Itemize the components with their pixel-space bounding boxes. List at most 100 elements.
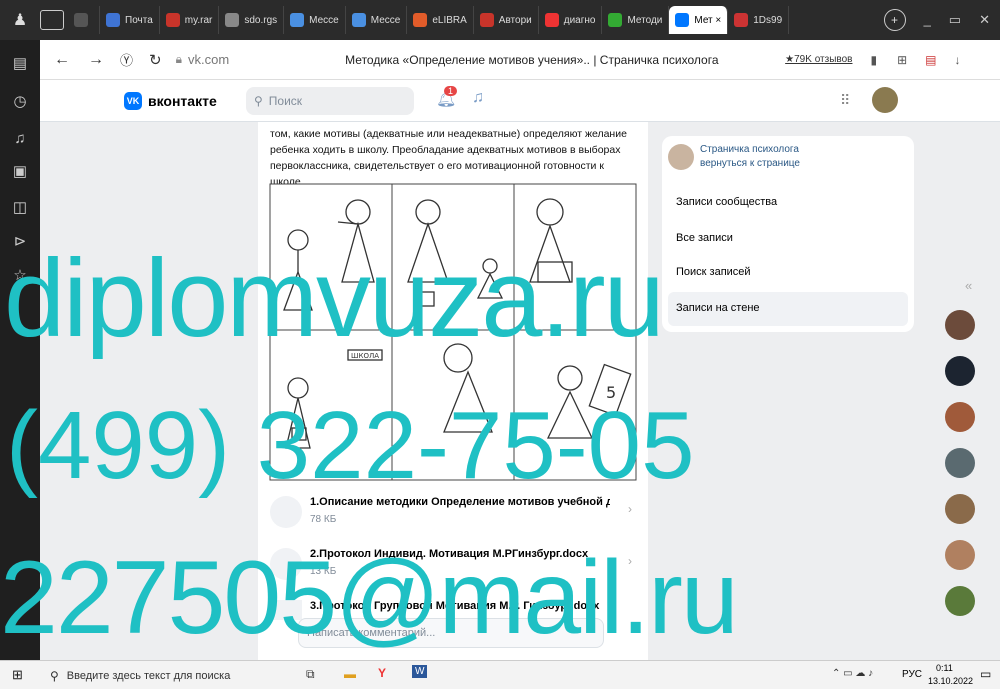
clock-date[interactable]: 13.10.2022: [928, 676, 973, 686]
tab-label: Методи: [627, 14, 663, 26]
download-icon[interactable]: ↓: [954, 53, 960, 67]
taskbar-search[interactable]: ⚲ Введите здесь текст для поиска: [40, 663, 290, 689]
explorer-icon[interactable]: ▬: [344, 667, 356, 681]
watermark-line: diplomvuza.ru: [4, 237, 665, 360]
bookmark-icon[interactable]: ▮: [870, 53, 877, 67]
vk-logo-icon: VK: [124, 92, 142, 110]
tab-favicon-icon: [106, 13, 120, 27]
collapse-icon[interactable]: «: [965, 278, 972, 293]
avatar[interactable]: [945, 494, 975, 524]
tab-favicon-icon: [225, 13, 240, 27]
tab-label: my.rar: [184, 14, 213, 26]
browser-tab[interactable]: [68, 6, 100, 34]
notifications-icon[interactable]: 🔔︎ 1: [436, 86, 458, 109]
tab-label: Мет ×: [694, 14, 722, 26]
word-icon[interactable]: W: [412, 665, 428, 678]
window-controls[interactable]: _ ▭ ✕: [914, 12, 1000, 28]
windows-start-icon[interactable]: ⊞: [12, 667, 23, 683]
reload-icon[interactable]: ↻: [149, 51, 162, 69]
tab-favicon-icon: [165, 13, 180, 27]
yandex-icon[interactable]: Ⓨ: [120, 50, 133, 69]
minimize-icon[interactable]: _: [924, 12, 931, 28]
group-back-link[interactable]: вернуться к странице: [700, 158, 800, 169]
contacts-column: «: [935, 270, 985, 660]
bell-icon[interactable]: ♫: [10, 130, 30, 150]
tab-label: Почта: [125, 14, 153, 26]
collections-icon[interactable]: ◫: [10, 198, 30, 218]
language-indicator[interactable]: РУС: [902, 669, 922, 680]
file-size: 78 КБ: [310, 514, 337, 525]
vk-header: VK ВКОНТАКТЕ ⚲ Поиск 🔔︎ 1 ♫ ⠿: [40, 80, 1000, 122]
tab-favicon-icon: [351, 13, 366, 27]
tab-favicon-icon: [608, 13, 623, 27]
back-icon[interactable]: ←: [54, 51, 70, 69]
tab-label: eLIBRA: [432, 14, 467, 26]
group-avatar[interactable]: [668, 144, 694, 170]
reviews-link[interactable]: ★79K отзывов: [785, 54, 852, 65]
calendar-icon[interactable]: ▣: [10, 162, 30, 182]
restore-icon[interactable]: ▭: [949, 12, 961, 28]
menu-item-active[interactable]: Записи на стене: [668, 292, 908, 326]
browser-tab[interactable]: sdo.rgs: [219, 6, 285, 34]
tab-label: Мессе: [370, 14, 401, 26]
avatar[interactable]: [945, 356, 975, 386]
close-icon[interactable]: ✕: [979, 12, 990, 28]
avatar[interactable]: [945, 310, 975, 340]
browser-tab[interactable]: 1Ds99: [728, 6, 790, 34]
tab-label: sdo.rgs: [244, 14, 278, 26]
avatar[interactable]: [945, 402, 975, 432]
notification-center-icon[interactable]: ▭: [980, 667, 991, 681]
search-input[interactable]: ⚲ Поиск: [246, 87, 414, 115]
yandex-browser-icon[interactable]: Y: [378, 666, 386, 680]
tab-favicon-icon: [544, 13, 559, 27]
lock-icon: 🔒︎: [175, 52, 182, 66]
browser-tab[interactable]: my.rar: [160, 6, 220, 34]
browser-tab[interactable]: Мет ×: [669, 6, 729, 34]
tabs-icon[interactable]: ▤: [10, 54, 30, 74]
browser-tab[interactable]: Почта: [100, 6, 160, 34]
tab-favicon-icon: [479, 13, 494, 27]
history-icon[interactable]: ◷: [10, 92, 30, 112]
avatar[interactable]: [872, 87, 898, 113]
tab-favicon-icon: [413, 13, 428, 27]
watermark-line: 227505@mail.ru: [0, 540, 739, 656]
music-icon[interactable]: ♫: [472, 89, 484, 107]
tray-icons[interactable]: ⌃ ▭ ☁ ♪: [832, 668, 873, 679]
apps-icon[interactable]: ⠿: [840, 92, 850, 109]
avatar[interactable]: [945, 586, 975, 616]
domain-text[interactable]: vk.com: [188, 52, 229, 67]
avatar[interactable]: [945, 448, 975, 478]
task-view-icon[interactable]: ⧉: [306, 667, 315, 682]
browser-tab[interactable]: Мессе: [346, 6, 408, 34]
post-text: том, какие мотивы (адекватные или неадек…: [270, 128, 627, 188]
file-icon: [270, 496, 302, 528]
tab-favicon-icon: [675, 13, 690, 27]
extensions-icon[interactable]: ⊞: [897, 53, 907, 67]
search-icon: ⚲: [254, 94, 263, 108]
browser-tab-bar: ♟ Почта my.rar sdo.rgs Мессе Мессе eLIBRA Авто…: [0, 0, 1000, 40]
browser-tab[interactable]: диагно: [539, 6, 603, 34]
browser-tab[interactable]: eLIBRA: [407, 6, 474, 34]
menu-item[interactable]: Все записи: [676, 232, 733, 244]
menu-item[interactable]: Поиск записей: [676, 266, 751, 278]
pdf-icon[interactable]: ▤: [925, 53, 936, 67]
profile-icon[interactable]: ♟: [0, 0, 40, 40]
clock-time[interactable]: 0:11: [936, 663, 953, 673]
vk-logo[interactable]: VK ВКОНТАКТЕ: [124, 92, 217, 110]
browser-tab[interactable]: Мессе: [284, 6, 346, 34]
address-bar: ← → Ⓨ ↻ 🔒︎ vk.com Методика «Определение …: [40, 40, 1000, 80]
browser-tab[interactable]: Методи: [602, 6, 670, 34]
browser-tab[interactable]: Автори: [474, 6, 539, 34]
windows-taskbar: ⊞ ⚲ Введите здесь текст для поиска ⧉ ▬ Y…: [0, 660, 1000, 689]
avatar[interactable]: [945, 540, 975, 570]
home-icon[interactable]: [40, 10, 64, 30]
group-name[interactable]: Страничка психолога: [700, 144, 799, 155]
tab-label: диагно: [563, 14, 596, 26]
page-title[interactable]: Методика «Определение мотивов учения».. …: [345, 53, 745, 67]
tab-favicon-icon: [290, 13, 305, 27]
search-icon: ⚲: [50, 669, 59, 683]
forward-icon[interactable]: →: [88, 51, 104, 69]
new-tab-button[interactable]: +: [883, 9, 906, 31]
tab-favicon-icon: [734, 13, 749, 27]
menu-item[interactable]: Записи сообщества: [676, 196, 777, 208]
